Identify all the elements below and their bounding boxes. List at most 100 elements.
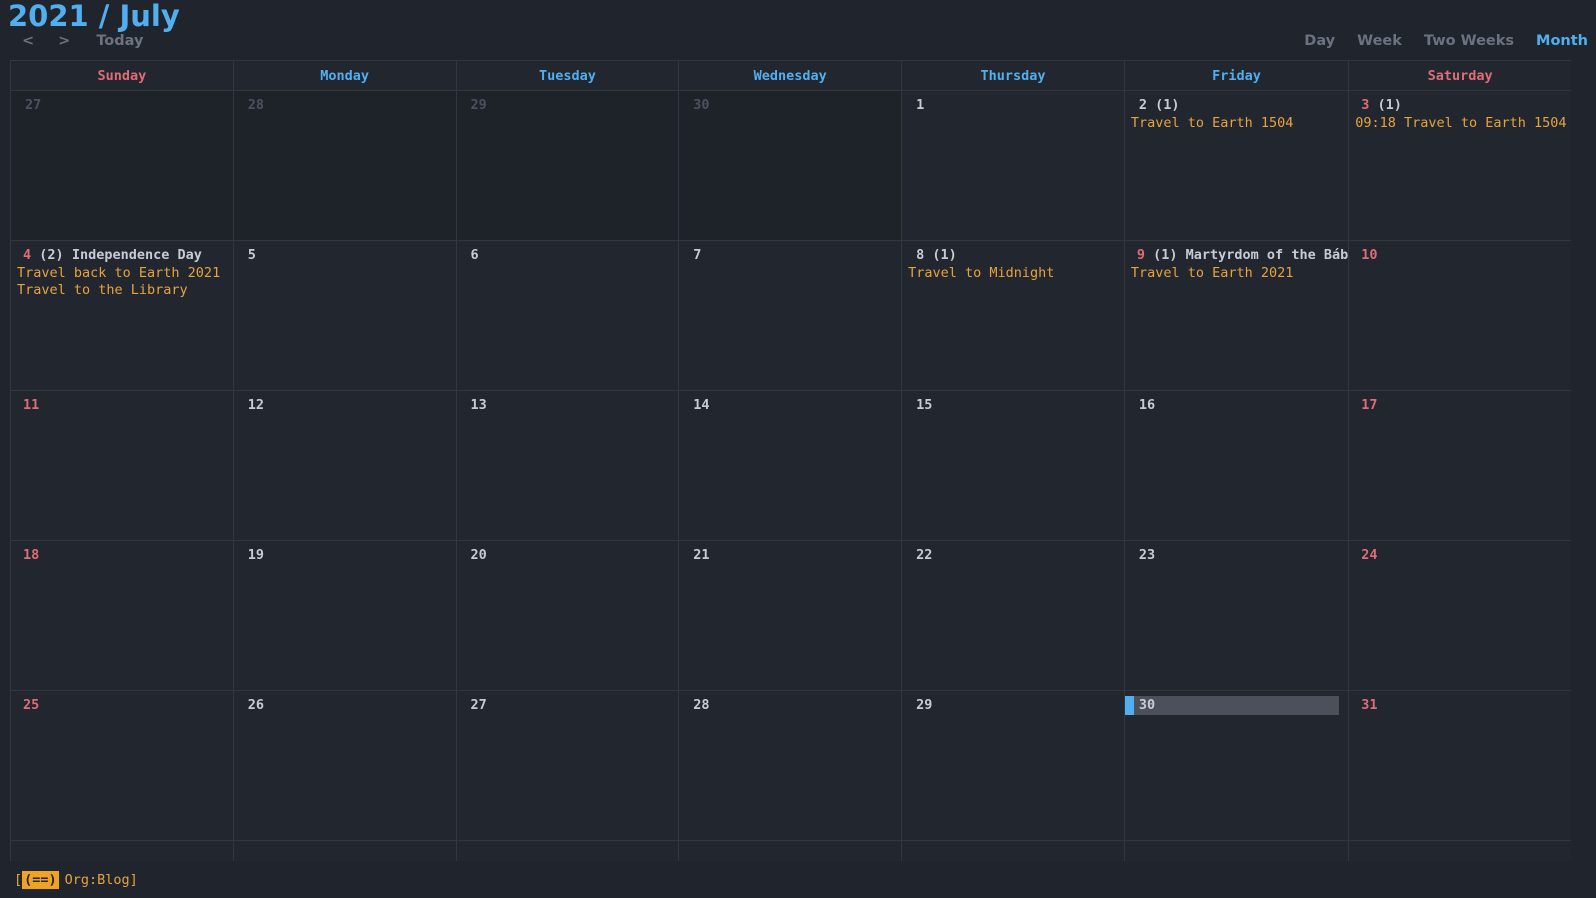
status-mode-indicator[interactable]: (==)	[22, 870, 59, 889]
day-number[interactable]: 3	[1355, 97, 1369, 113]
day-number[interactable]: 30	[685, 97, 709, 113]
day-cell[interactable]: 3 (1) 09:18 Travel to Earth 1504	[1349, 91, 1571, 241]
day-cell[interactable]: 30	[679, 91, 903, 241]
day-number[interactable]: 7	[685, 247, 701, 263]
day-cell[interactable]	[233, 841, 457, 861]
day-cell[interactable]: 30	[1124, 691, 1350, 841]
day-number[interactable]: 25	[17, 697, 39, 713]
day-cell[interactable]: 6	[456, 241, 680, 391]
day-event-count: (1)	[932, 247, 957, 263]
day-cell[interactable]: 29	[456, 91, 680, 241]
day-cell[interactable]	[456, 841, 680, 861]
day-number[interactable]: 26	[240, 697, 264, 713]
previous-month-button[interactable]: <	[22, 33, 34, 50]
day-number[interactable]: 28	[240, 97, 264, 113]
day-cell[interactable]: 26	[233, 691, 457, 841]
day-cell[interactable]: 28	[679, 691, 903, 841]
day-number[interactable]: 9	[1131, 247, 1145, 263]
day-number[interactable]: 10	[1355, 247, 1377, 263]
day-number-line: 26	[234, 696, 456, 715]
day-cell[interactable]: 2 (1) Travel to Earth 1504	[1124, 91, 1350, 241]
day-cell[interactable]	[679, 841, 903, 861]
day-cell[interactable]: 18	[11, 541, 234, 691]
day-cell[interactable]: 4 (2) Independence Day Travel back to Ear…	[11, 241, 234, 391]
day-cell[interactable]: 17	[1349, 391, 1571, 541]
day-cell[interactable]: 8 (1) Travel to Midnight	[902, 241, 1125, 391]
day-cell[interactable]: 13	[456, 391, 680, 541]
day-cell[interactable]: 29	[902, 691, 1125, 841]
day-cell[interactable]: 23	[1124, 541, 1350, 691]
day-number[interactable]: 22	[908, 547, 932, 563]
day-header-thursday: Thursday	[902, 61, 1125, 91]
day-cell[interactable]	[11, 841, 234, 861]
day-number-line: 8 (1)	[902, 246, 1124, 265]
day-cell[interactable]: 22	[902, 541, 1125, 691]
day-cell[interactable]: 9 (1) Martyrdom of the Báb Travel to Eart…	[1124, 241, 1350, 391]
day-cell[interactable]: 25	[11, 691, 234, 841]
day-cell[interactable]	[1349, 841, 1571, 861]
calendar-event[interactable]: Travel to the Library	[11, 282, 233, 299]
day-cell[interactable]: 19	[233, 541, 457, 691]
day-number[interactable]: 24	[1355, 547, 1377, 563]
day-number[interactable]: 27	[17, 97, 41, 113]
day-cell[interactable]: 10	[1349, 241, 1571, 391]
day-cell[interactable]: 1	[902, 91, 1125, 241]
calendar-event[interactable]: Travel to Midnight	[902, 265, 1124, 282]
day-number[interactable]: 18	[17, 547, 39, 563]
day-cell[interactable]	[1124, 841, 1350, 861]
calendar-event[interactable]: Travel back to Earth 2021	[11, 265, 233, 282]
day-number[interactable]: 2	[1131, 97, 1147, 113]
day-cell[interactable]: 7	[679, 241, 903, 391]
day-cell[interactable]: 14	[679, 391, 903, 541]
day-event-count: (1)	[1153, 247, 1178, 263]
view-button-day[interactable]: Day	[1304, 33, 1335, 50]
day-number[interactable]: 6	[463, 247, 479, 263]
today-button[interactable]: Today	[96, 33, 143, 50]
day-cell[interactable]: 16	[1124, 391, 1350, 541]
view-button-week[interactable]: Week	[1357, 33, 1402, 50]
day-number[interactable]: 23	[1131, 547, 1155, 563]
day-cell[interactable]: 20	[456, 541, 680, 691]
day-number-line: 16	[1125, 396, 1348, 415]
day-cell[interactable]: 27	[456, 691, 680, 841]
day-number[interactable]: 5	[240, 247, 256, 263]
day-number[interactable]: 4	[17, 247, 31, 263]
day-cell[interactable]	[902, 841, 1125, 861]
calendar-event[interactable]: Travel to Earth 1504	[1125, 115, 1348, 132]
next-month-button[interactable]: >	[58, 33, 70, 50]
day-cell[interactable]: 31	[1349, 691, 1571, 841]
day-number[interactable]: 11	[17, 397, 39, 413]
day-cell[interactable]: 15	[902, 391, 1125, 541]
status-buffer-name: Org:Blog]	[64, 871, 138, 888]
day-number[interactable]: 1	[908, 97, 924, 113]
day-number[interactable]: 16	[1131, 397, 1155, 413]
day-number[interactable]: 12	[240, 397, 264, 413]
calendar-event[interactable]: 09:18 Travel to Earth 1504	[1349, 115, 1571, 132]
day-number[interactable]: 17	[1355, 397, 1377, 413]
day-cell[interactable]: 27	[11, 91, 234, 241]
view-button-month[interactable]: Month	[1536, 33, 1588, 50]
calendar-event[interactable]: Travel to Earth 2021	[1125, 265, 1348, 282]
status-open-bracket: [	[14, 871, 23, 888]
day-number[interactable]: 21	[685, 547, 709, 563]
day-cell[interactable]: 11	[11, 391, 234, 541]
day-cell[interactable]: 12	[233, 391, 457, 541]
day-number[interactable]: 29	[908, 697, 932, 713]
day-cell[interactable]: 21	[679, 541, 903, 691]
day-cell[interactable]: 28	[233, 91, 457, 241]
day-number[interactable]: 14	[685, 397, 709, 413]
day-number[interactable]: 31	[1355, 697, 1377, 713]
day-number[interactable]: 13	[463, 397, 487, 413]
day-number[interactable]: 19	[240, 547, 264, 563]
day-number-line: 28	[234, 96, 456, 115]
day-number[interactable]: 28	[685, 697, 709, 713]
day-cell[interactable]: 5	[233, 241, 457, 391]
day-number[interactable]: 27	[463, 697, 487, 713]
day-number[interactable]: 20	[463, 547, 487, 563]
day-number[interactable]: 30	[1131, 697, 1155, 713]
day-number[interactable]: 15	[908, 397, 932, 413]
day-cell[interactable]: 24	[1349, 541, 1571, 691]
day-number[interactable]: 8	[908, 247, 924, 263]
day-number[interactable]: 29	[463, 97, 487, 113]
view-button-two-weeks[interactable]: Two Weeks	[1424, 33, 1514, 50]
